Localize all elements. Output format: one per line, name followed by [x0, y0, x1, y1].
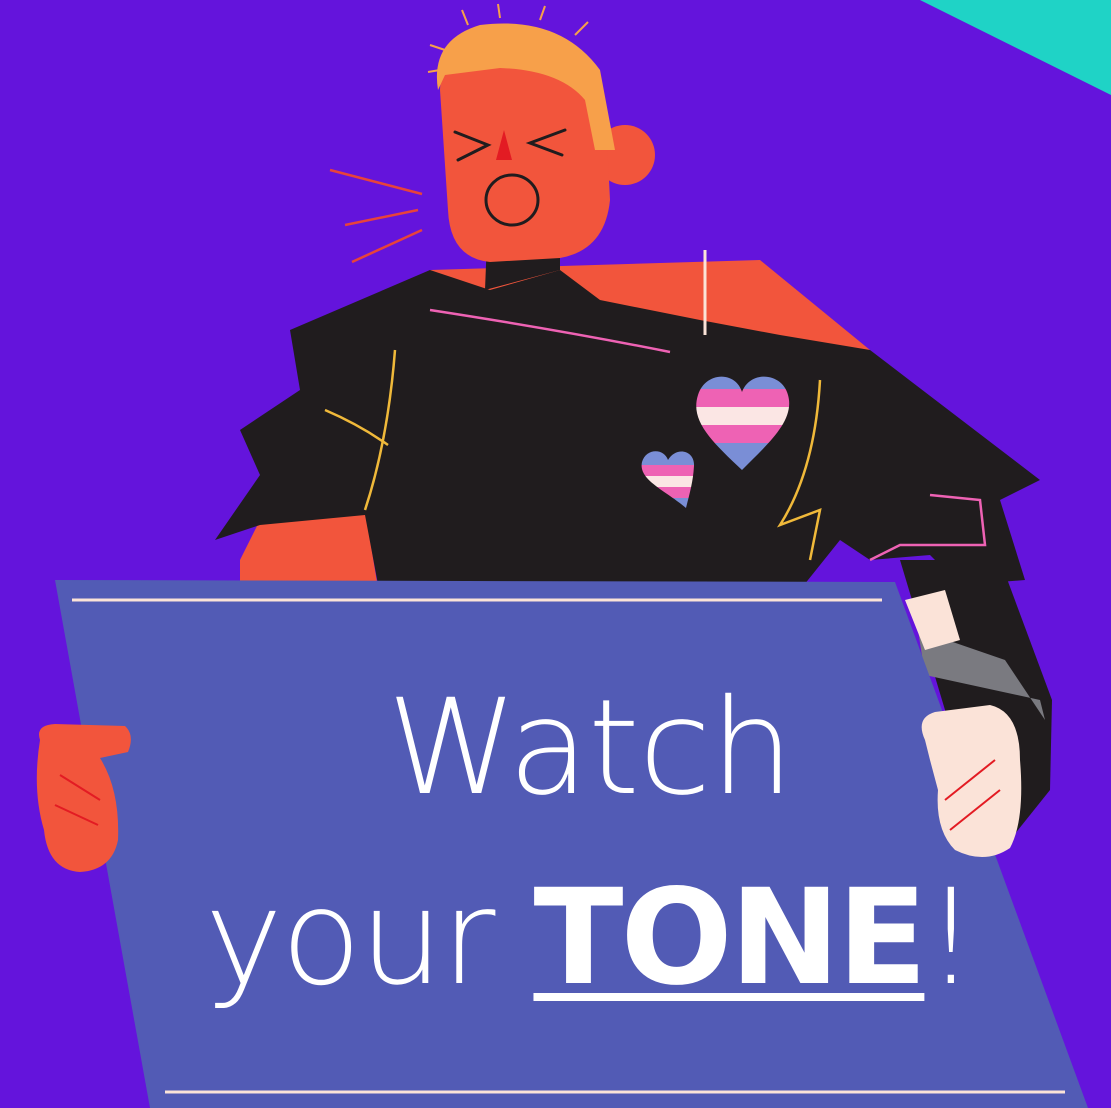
sign-word-tone: TONE [533, 861, 927, 1015]
sign-line-1: Watch [387, 671, 794, 825]
sign-word-your: your [204, 861, 496, 1015]
sign-exclamation: ! [924, 861, 977, 1015]
sign-line-2: your TONE! [150, 872, 1030, 1004]
